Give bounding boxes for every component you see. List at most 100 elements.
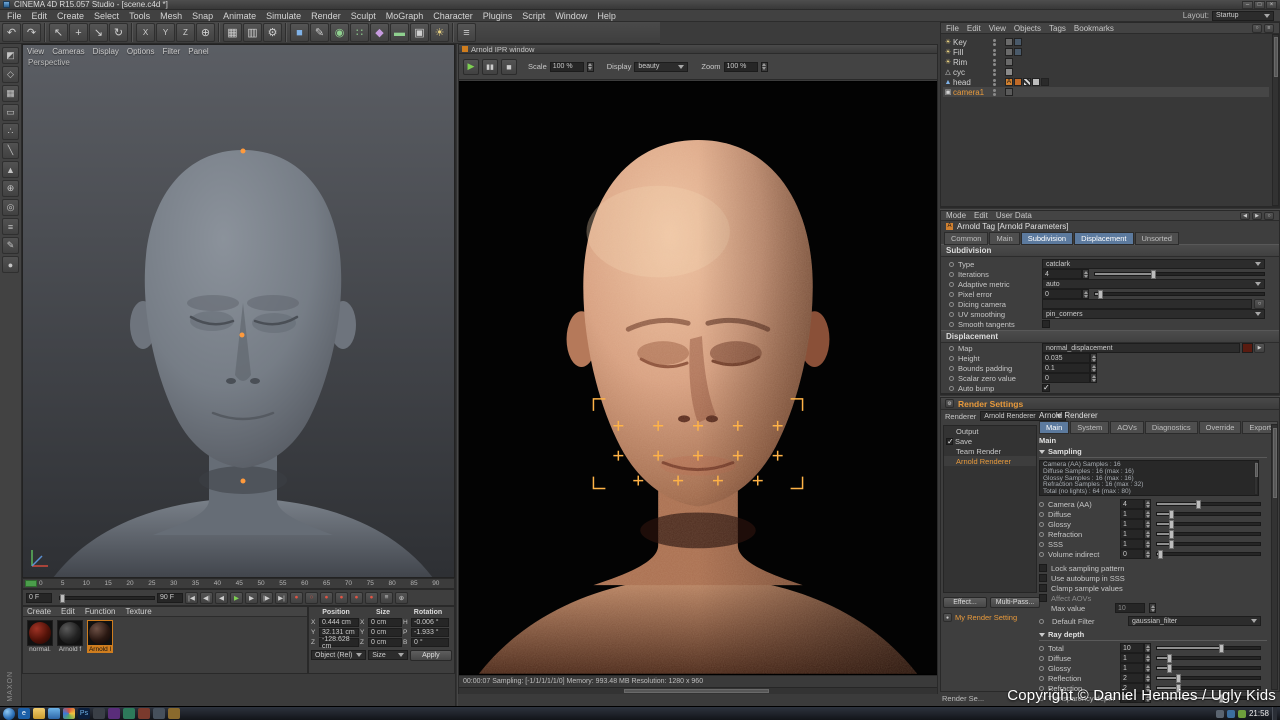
goto-end-button[interactable]: ▶|	[275, 592, 288, 604]
apply-button[interactable]: Apply	[410, 650, 452, 661]
taskbar-photoshop-icon[interactable]: Ps	[78, 708, 90, 719]
adaptive-metric-dropdown[interactable]: auto	[1042, 279, 1265, 289]
iterations-slider[interactable]	[1094, 272, 1265, 276]
volume-stepper[interactable]	[1144, 549, 1151, 559]
tab-displacement[interactable]: Displacement	[1074, 232, 1133, 245]
mat-menu-texture[interactable]: Texture	[126, 607, 152, 616]
menu-window[interactable]: Window	[550, 10, 592, 21]
om-menu-file[interactable]: File	[946, 24, 959, 33]
max-value-stepper[interactable]	[1149, 603, 1156, 613]
keyframe-dot-icon[interactable]	[1039, 666, 1044, 671]
docked-tab-label[interactable]: Render Se...	[942, 694, 984, 703]
vp-menu-panel[interactable]: Panel	[188, 47, 208, 56]
render-settings-button[interactable]: ⚙	[263, 23, 282, 42]
diffuse-stepper[interactable]	[1144, 509, 1151, 519]
rs-tab-override[interactable]: Override	[1199, 421, 1242, 434]
arnold-tag-icon[interactable]: A	[1005, 78, 1013, 86]
tray-icon[interactable]	[1227, 710, 1235, 718]
visibility-dots[interactable]	[993, 39, 996, 46]
coordinate-system-button[interactable]: ⊕	[196, 23, 215, 42]
timeline-ruler[interactable]: 0 5 10 15 20 25 30 35 40 45 50 55 60 65 …	[22, 578, 455, 589]
iterations-stepper[interactable]	[1082, 269, 1089, 279]
om-menu-tags[interactable]: Tags	[1049, 24, 1066, 33]
keyframe-dot-icon[interactable]	[949, 312, 954, 317]
refraction-slider[interactable]	[1156, 532, 1261, 536]
menu-edit[interactable]: Edit	[27, 10, 53, 21]
frame-start-field[interactable]: 0 F	[26, 593, 52, 603]
ray-total-slider[interactable]	[1156, 646, 1261, 650]
displacement-section-header[interactable]: Displacement	[941, 330, 1279, 343]
tag-icon[interactable]	[1005, 58, 1013, 66]
object-name[interactable]: Rim	[953, 58, 967, 67]
menu-character[interactable]: Character	[428, 10, 478, 21]
rotation-p-field[interactable]: -1.933 °	[411, 628, 449, 637]
tag-icon[interactable]	[1005, 38, 1013, 46]
coord-size-dropdown[interactable]: Size	[368, 650, 407, 660]
keyframe-dot-icon[interactable]	[949, 282, 954, 287]
coord-mode-dropdown[interactable]: Object (Rel)	[311, 650, 366, 660]
menu-sculpt[interactable]: Sculpt	[346, 10, 381, 21]
keyframe-dot-icon[interactable]	[949, 262, 954, 267]
camera-object-button[interactable]: ▣	[410, 23, 429, 42]
check-row-lock-sampling[interactable]: Lock sampling pattern	[1039, 563, 1267, 573]
keyframe-dot-icon[interactable]	[949, 346, 954, 351]
previous-frame-button[interactable]: ◀	[215, 592, 228, 604]
om-menu-view[interactable]: View	[989, 24, 1006, 33]
rs-nav-output[interactable]: Output	[944, 426, 1036, 436]
tab-main[interactable]: Main	[989, 232, 1019, 245]
make-editable-icon[interactable]: ◩	[2, 47, 19, 64]
height-field[interactable]: 0.035	[1042, 353, 1090, 363]
keyframe-dot-icon[interactable]	[949, 302, 954, 307]
light-object-button[interactable]: ☀	[430, 23, 449, 42]
add-cube-primitive-button[interactable]: ■	[290, 23, 309, 42]
tab-subdivision[interactable]: Subdivision	[1021, 232, 1073, 245]
ipr-play-button[interactable]: ▶	[463, 59, 479, 75]
refraction-samples-field[interactable]: 1	[1120, 529, 1144, 539]
attr-lock-icon[interactable]: ○	[1264, 212, 1274, 220]
iterations-field[interactable]: 4	[1042, 269, 1082, 279]
next-key-button[interactable]: |▶	[260, 592, 273, 604]
pixel-error-stepper[interactable]	[1082, 289, 1089, 299]
keyframe-selection-button[interactable]: ⊕	[395, 592, 408, 604]
position-z-field[interactable]: -128.628 cm	[319, 638, 359, 647]
attr-menu-mode[interactable]: Mode	[946, 211, 966, 220]
ray-glossy-stepper[interactable]	[1144, 663, 1151, 673]
record-keyframe-button[interactable]: ●	[290, 592, 303, 604]
phong-tag-icon[interactable]	[1005, 68, 1013, 76]
ipr-pause-button[interactable]: ▮▮	[482, 59, 498, 75]
object-name[interactable]: Key	[953, 38, 967, 47]
autobump-sss-checkbox[interactable]	[1039, 574, 1047, 582]
infobox-scrollbar[interactable]	[1254, 461, 1258, 495]
material-name[interactable]: normal.	[27, 646, 53, 653]
menu-render[interactable]: Render	[306, 10, 346, 21]
live-selection-icon[interactable]: ↖	[49, 23, 68, 42]
subdivision-section-header[interactable]: Subdivision	[941, 244, 1279, 257]
auto-bump-checkbox[interactable]	[1042, 384, 1050, 392]
ipr-horizontal-scrollbar[interactable]	[459, 687, 937, 694]
mat-menu-create[interactable]: Create	[27, 607, 51, 616]
object-name[interactable]: head	[953, 78, 971, 87]
display-options-button[interactable]: ≡	[457, 23, 476, 42]
rs-tab-system[interactable]: System	[1070, 421, 1109, 434]
scalar-zero-stepper[interactable]	[1090, 373, 1097, 383]
undo-icon[interactable]: ↶	[2, 23, 21, 42]
om-search-icon[interactable]: ○	[1252, 24, 1262, 33]
ray-diffuse-slider[interactable]	[1156, 656, 1261, 660]
layout-dropdown[interactable]: Startup	[1212, 11, 1274, 21]
record-position-toggle[interactable]: ●	[320, 592, 333, 604]
keyframe-dot-icon[interactable]	[1039, 656, 1044, 661]
om-vertical-scrollbar[interactable]	[1272, 34, 1279, 206]
object-row-cyc[interactable]: △ cyc	[943, 67, 1269, 77]
maximize-button[interactable]: □	[1254, 1, 1265, 9]
visibility-dots[interactable]	[993, 59, 996, 66]
ray-diffuse-stepper[interactable]	[1144, 653, 1151, 663]
subdivision-surface-button[interactable]: ◉	[330, 23, 349, 42]
visibility-dots[interactable]	[993, 89, 996, 96]
keyframe-dot-icon[interactable]	[949, 386, 954, 391]
deformer-button[interactable]: ◆	[370, 23, 389, 42]
rs-tab-aovs[interactable]: AOVs	[1110, 421, 1144, 434]
previous-key-button[interactable]: ◀|	[200, 592, 213, 604]
om-menu-bookmarks[interactable]: Bookmarks	[1074, 24, 1114, 33]
sss-slider[interactable]	[1156, 542, 1261, 546]
paint-tool-icon[interactable]: ●	[2, 256, 19, 273]
